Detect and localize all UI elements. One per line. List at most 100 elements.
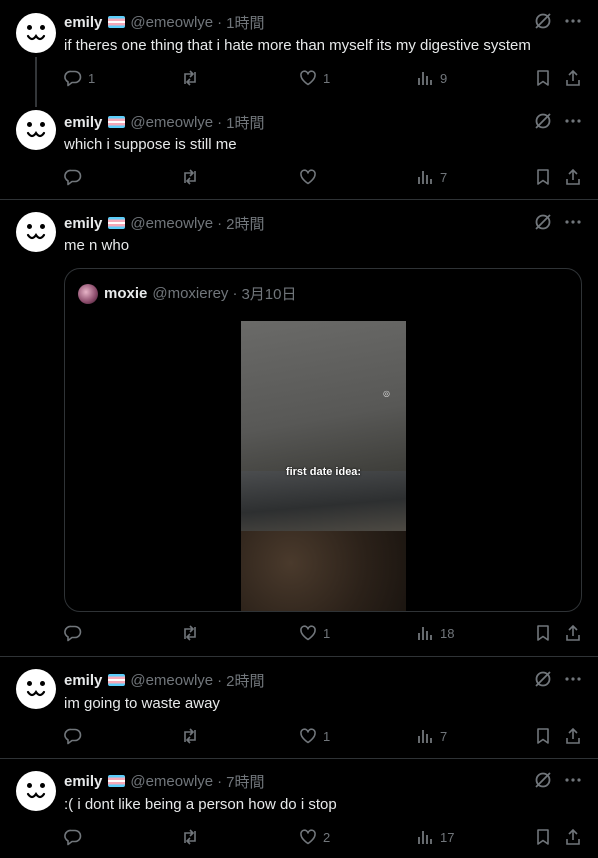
video-caption: first date idea: <box>285 466 362 478</box>
repost-button[interactable] <box>180 69 206 87</box>
reply-button[interactable] <box>64 624 88 642</box>
view-count: 17 <box>440 829 455 845</box>
repost-button[interactable] <box>180 624 206 642</box>
handle[interactable]: @emeowlye <box>130 114 213 131</box>
view-count: 7 <box>440 728 448 744</box>
avatar[interactable] <box>16 110 56 150</box>
repost-icon <box>184 829 196 845</box>
separator: · <box>217 772 223 790</box>
grok-icon[interactable] <box>534 670 552 688</box>
grok-icon[interactable] <box>534 213 552 231</box>
timestamp[interactable]: 2時間 <box>226 213 264 234</box>
like-count: 1 <box>323 625 331 641</box>
post-5[interactable]: emily @emeowlye · 7時間 :( i dont like bei… <box>0 759 598 858</box>
handle[interactable]: @emeowlye <box>130 672 213 689</box>
display-name[interactable]: emily <box>64 773 102 790</box>
bookmark-button[interactable] <box>534 727 552 745</box>
grok-icon[interactable] <box>534 771 552 789</box>
like-button[interactable]: 1 <box>299 624 330 642</box>
avatar[interactable] <box>16 13 56 53</box>
like-button[interactable]: 1 <box>299 727 330 745</box>
timestamp[interactable]: 1時間 <box>226 12 264 33</box>
views-button[interactable]: 9 <box>416 69 447 87</box>
avatar[interactable] <box>16 669 56 709</box>
share-button[interactable] <box>564 624 582 642</box>
quoted-date[interactable]: 3月10日 <box>241 283 296 304</box>
heart-icon <box>300 829 316 845</box>
quoted-display-name[interactable]: moxie <box>104 285 147 302</box>
display-name[interactable]: emily <box>64 114 102 131</box>
more-icon[interactable] <box>564 12 582 30</box>
timestamp[interactable]: 2時間 <box>226 670 264 691</box>
like-count: 2 <box>323 829 331 845</box>
handle[interactable]: @emeowlye <box>130 215 213 232</box>
share-button[interactable] <box>564 828 582 846</box>
post-2[interactable]: emily @emeowlye · 1時間 which i suppose is… <box>0 100 598 200</box>
heart-icon <box>300 625 316 641</box>
separator: · <box>217 13 223 31</box>
handle[interactable]: @emeowlye <box>130 14 213 31</box>
view-count: 9 <box>440 70 448 86</box>
reply-button[interactable] <box>64 727 88 745</box>
reply-icon <box>64 728 82 745</box>
bookmark-icon <box>537 625 549 641</box>
post-4[interactable]: emily @emeowlye · 2時間 im going to waste … <box>0 657 598 757</box>
trans-flag-icon <box>108 16 126 28</box>
avatar[interactable] <box>16 771 56 811</box>
video-thumbnail[interactable]: ◎ first date idea: <box>241 321 406 611</box>
reply-button[interactable] <box>64 168 88 186</box>
more-icon[interactable] <box>564 670 582 688</box>
video-scene-ground <box>241 531 406 611</box>
reply-count: 1 <box>88 70 96 86</box>
heart-icon <box>300 728 316 744</box>
like-button[interactable]: 1 <box>299 69 330 87</box>
handle[interactable]: @emeowlye <box>130 773 213 790</box>
post-3[interactable]: emily @emeowlye · 2時間 me n who moxie @mo… <box>0 200 598 656</box>
reply-button[interactable] <box>64 828 88 846</box>
timestamp[interactable]: 1時間 <box>226 112 264 133</box>
bookmark-button[interactable] <box>534 168 552 186</box>
post-text: me n who <box>64 237 130 254</box>
like-count: 1 <box>323 728 331 744</box>
bookmark-button[interactable] <box>534 69 552 87</box>
repost-button[interactable] <box>180 168 206 186</box>
repost-button[interactable] <box>180 727 206 745</box>
display-name[interactable]: emily <box>64 215 102 232</box>
share-button[interactable] <box>564 168 582 186</box>
reply-button[interactable]: 1 <box>64 69 95 87</box>
share-button[interactable] <box>564 727 582 745</box>
bookmark-button[interactable] <box>534 828 552 846</box>
display-name[interactable]: emily <box>64 672 102 689</box>
timestamp[interactable]: 7時間 <box>226 771 264 792</box>
views-button[interactable]: 17 <box>416 828 454 846</box>
share-icon <box>566 828 580 845</box>
quoted-avatar[interactable] <box>78 283 98 304</box>
avatar[interactable] <box>16 212 56 252</box>
views-icon <box>418 171 432 184</box>
repost-button[interactable] <box>180 828 206 846</box>
bookmark-button[interactable] <box>534 624 552 642</box>
quoted-post[interactable]: moxie @moxierey · 3月10日 ◎ first date ide… <box>64 268 582 612</box>
grok-icon[interactable] <box>534 112 552 130</box>
display-name[interactable]: emily <box>64 14 102 31</box>
post-1[interactable]: emily @emeowlye · 1時間 if theres one thin… <box>0 0 598 107</box>
quoted-handle[interactable]: @moxierey <box>152 285 228 302</box>
reply-icon <box>64 169 82 186</box>
bookmark-icon <box>537 70 549 86</box>
bookmark-icon <box>537 829 549 845</box>
views-button[interactable]: 18 <box>416 624 454 642</box>
more-icon[interactable] <box>564 771 582 789</box>
views-button[interactable]: 7 <box>416 727 447 745</box>
like-button[interactable] <box>299 168 323 186</box>
trans-flag-icon <box>108 116 126 128</box>
post-text: which i suppose is still me <box>64 136 237 153</box>
like-button[interactable]: 2 <box>299 828 330 846</box>
grok-icon[interactable] <box>534 12 552 30</box>
views-icon <box>418 730 432 743</box>
views-button[interactable]: 7 <box>416 168 447 186</box>
share-button[interactable] <box>564 69 582 87</box>
reply-icon <box>64 70 82 87</box>
more-icon[interactable] <box>564 112 582 130</box>
separator: · <box>217 113 223 131</box>
more-icon[interactable] <box>564 213 582 231</box>
